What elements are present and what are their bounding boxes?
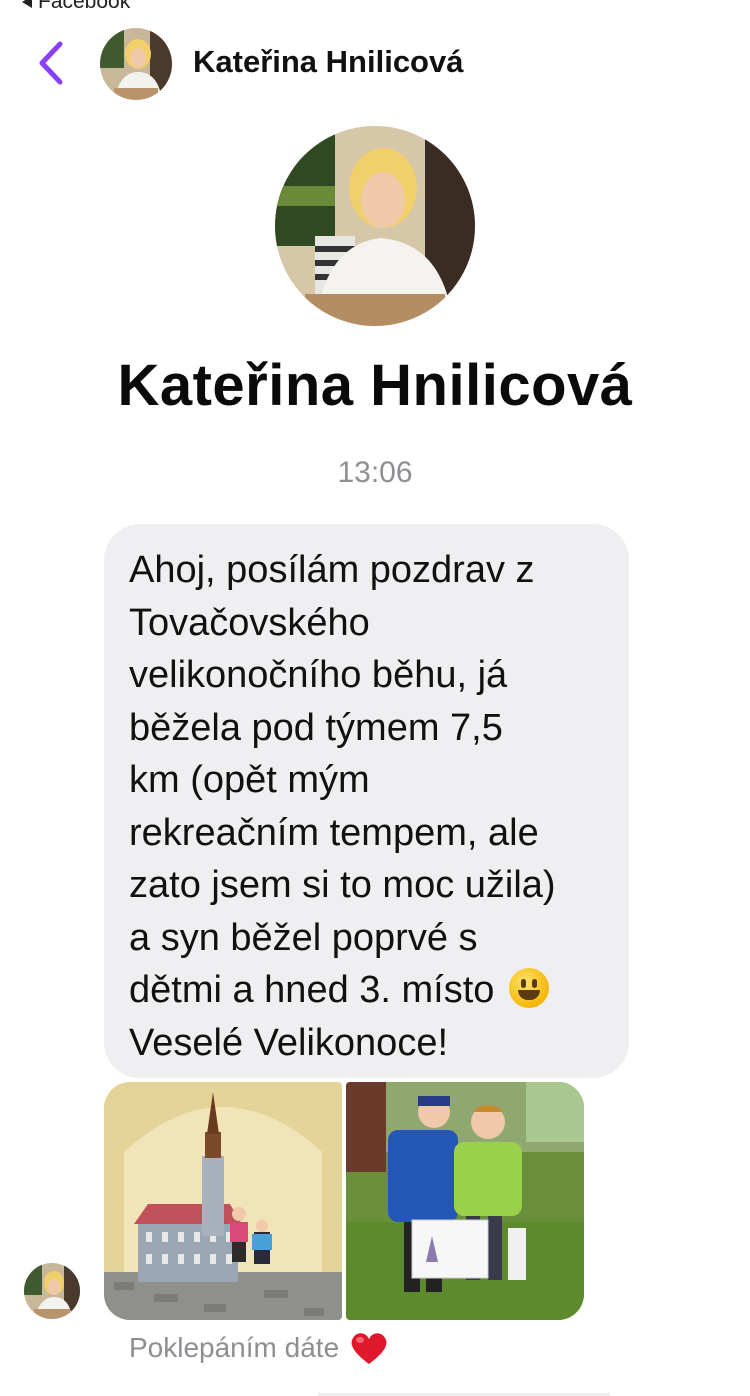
photo-town-model — [104, 1082, 342, 1320]
message-bubble[interactable]: Ahoj, posílám pozdrav z Tovačovského vel… — [104, 524, 629, 1078]
photo-children-with-diploma — [346, 1082, 584, 1320]
heart-icon[interactable] — [349, 1330, 389, 1366]
profile-photo — [275, 126, 475, 326]
status-back-link[interactable]: Facebook — [22, 0, 130, 12]
message-timestamp: 13:06 — [337, 456, 413, 489]
double-tap-hint: Poklepáním dáte — [129, 1330, 389, 1366]
back-button[interactable] — [32, 40, 72, 86]
photo-attachment-2[interactable] — [346, 1082, 584, 1320]
back-triangle-icon — [22, 0, 32, 8]
reaction-hint-label: Poklepáním dáte — [129, 1332, 340, 1363]
avatar-photo — [100, 28, 172, 100]
photo-attachment-1[interactable] — [104, 1082, 342, 1320]
message-body: Ahoj, posílám pozdrav z Tovačovského vel… — [129, 549, 556, 1011]
message-text: Ahoj, posílám pozdrav z Tovačovského vel… — [129, 544, 605, 1069]
chevron-left-icon — [39, 41, 63, 85]
message-body-end: Veselé Velikonoce! — [129, 1021, 449, 1064]
grinning-face-icon — [508, 968, 549, 1008]
profile-avatar[interactable] — [275, 126, 475, 326]
sender-avatar-photo — [24, 1263, 80, 1319]
chat-header: Kateřina Hnilicová — [0, 20, 750, 110]
header-contact-name[interactable]: Kateřina Hnilicová — [193, 44, 463, 80]
avatar[interactable] — [100, 28, 172, 100]
status-back-label: Facebook — [38, 0, 131, 13]
sender-avatar[interactable] — [24, 1263, 80, 1319]
profile-name: Kateřina Hnilicová — [117, 353, 633, 418]
